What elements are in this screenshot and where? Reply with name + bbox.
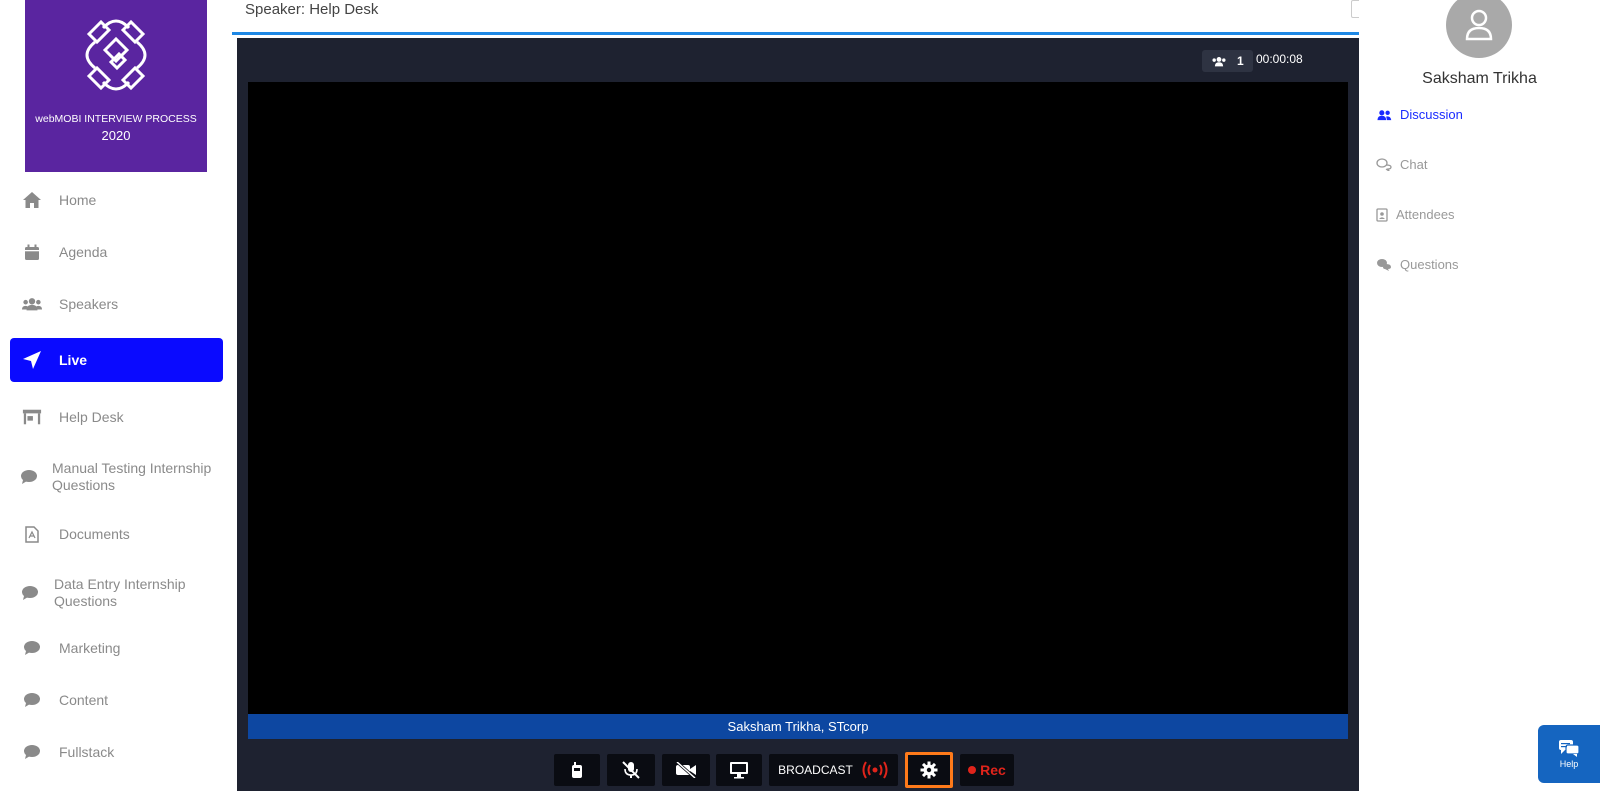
- avatar[interactable]: [1446, 0, 1512, 58]
- walkie-talkie-button[interactable]: [554, 754, 600, 786]
- toggle-camera-button[interactable]: [662, 754, 710, 786]
- tab-attendees[interactable]: Attendees: [1376, 207, 1455, 222]
- sidebar-item-label: Content: [59, 691, 109, 708]
- chat-icon: [1376, 158, 1392, 171]
- help-chat-widget[interactable]: Help: [1538, 725, 1600, 783]
- sidebar-item-help-desk[interactable]: Help Desk: [10, 403, 223, 431]
- monitor-icon: [730, 762, 748, 779]
- video-feed: [248, 82, 1348, 714]
- tab-questions[interactable]: Questions: [1376, 257, 1459, 272]
- sidebar-item-label: Speakers: [59, 295, 119, 312]
- record-button[interactable]: Rec: [960, 754, 1014, 786]
- calendar-icon: [22, 242, 42, 262]
- sidebar-item-label: Home: [59, 191, 97, 208]
- viewer-count: 1: [1237, 54, 1244, 68]
- sidebar-item-home[interactable]: Home: [10, 186, 223, 214]
- tab-label: Discussion: [1400, 107, 1463, 122]
- page-header: Speaker: Help Desk: [232, 0, 1359, 35]
- comment-icon: [22, 742, 42, 762]
- sidebar-item-label: Data Entry Internship Questions: [54, 576, 186, 609]
- sidebar-item-speakers[interactable]: Speakers: [10, 290, 223, 318]
- home-icon: [22, 190, 42, 210]
- session-timer: 00:00:08: [1256, 52, 1303, 66]
- sidebar: webMOBI INTERVIEW PROCESS 2020 Home Agen…: [0, 0, 232, 791]
- logo-line-2: 2020: [101, 128, 131, 143]
- users-icon: [1377, 109, 1392, 120]
- sidebar-item-live[interactable]: Live: [10, 338, 223, 382]
- sidebar-item-documents[interactable]: Documents: [10, 520, 223, 548]
- pdf-file-icon: [22, 524, 42, 544]
- sidebar-item-label: Agenda: [59, 243, 108, 260]
- app-root: webMOBI INTERVIEW PROCESS 2020 Home Agen…: [0, 0, 1600, 791]
- sidebar-item-label: Help Desk: [59, 408, 124, 425]
- viewer-count-badge: 1: [1202, 50, 1253, 72]
- sidebar-item-data-entry[interactable]: Data Entry Internship Questions: [10, 574, 223, 612]
- sidebar-item-manual-testing[interactable]: Manual Testing Internship Questions: [10, 458, 223, 496]
- tab-label: Attendees: [1396, 207, 1455, 222]
- sidebar-item-marketing[interactable]: Marketing: [10, 634, 223, 662]
- sidebar-item-fullstack[interactable]: Fullstack: [10, 738, 223, 766]
- screen-share-button[interactable]: [716, 754, 762, 786]
- event-logo[interactable]: webMOBI INTERVIEW PROCESS 2020: [25, 0, 207, 172]
- contact-book-icon: [1376, 207, 1388, 222]
- speaker-name-bar: Saksham Trikha, STcorp: [248, 714, 1348, 739]
- mute-microphone-button[interactable]: [607, 754, 655, 786]
- paper-plane-icon: [22, 350, 42, 370]
- sidebar-item-content[interactable]: Content: [10, 686, 223, 714]
- sidebar-item-label: Marketing: [59, 639, 121, 656]
- sidebar-item-label: Documents: [59, 525, 130, 542]
- sidebar-item-agenda[interactable]: Agenda: [10, 238, 223, 266]
- comments-icon: [1377, 259, 1391, 271]
- sidebar-item-label: Live: [59, 351, 88, 368]
- page-title: Speaker: Help Desk: [245, 1, 379, 18]
- video-slash-icon: [676, 762, 696, 778]
- sidebar-item-label: Manual Testing Internship Questions: [52, 460, 212, 493]
- right-panel: Saksham Trikha Discussion Chat Attendees…: [1359, 0, 1600, 791]
- comment-icon: [20, 583, 40, 603]
- walkie-talkie-icon: [572, 762, 582, 778]
- logo-line-1: webMOBI INTERVIEW PROCESS: [35, 113, 197, 125]
- record-label: Rec: [980, 762, 1006, 778]
- store-icon: [22, 407, 42, 427]
- broadcast-icon: [862, 761, 888, 779]
- settings-button[interactable]: [905, 752, 953, 788]
- comments-icon: [1559, 740, 1580, 757]
- tab-label: Questions: [1400, 257, 1459, 272]
- tab-chat[interactable]: Chat: [1376, 157, 1427, 172]
- user-icon: [1465, 9, 1493, 41]
- users-icon: [22, 294, 42, 314]
- live-stage: 1 00:00:08 Saksham Trikha, STcorp BROADC…: [237, 38, 1359, 791]
- comment-icon: [19, 467, 39, 487]
- help-label: Help: [1559, 759, 1579, 769]
- tab-label: Chat: [1400, 157, 1428, 172]
- rings-logo-icon: [85, 19, 147, 91]
- comment-icon: [22, 690, 42, 710]
- tab-discussion[interactable]: Discussion: [1376, 107, 1463, 122]
- broadcast-label: BROADCAST: [778, 763, 853, 777]
- broadcast-button[interactable]: BROADCAST: [769, 754, 898, 786]
- user-name: Saksham Trikha: [1422, 70, 1537, 87]
- gear-icon: [920, 761, 938, 779]
- sidebar-item-label: Fullstack: [59, 743, 115, 760]
- record-dot-icon: [968, 766, 977, 774]
- users-icon: [1212, 56, 1226, 66]
- microphone-slash-icon: [622, 761, 640, 779]
- comment-icon: [22, 638, 42, 658]
